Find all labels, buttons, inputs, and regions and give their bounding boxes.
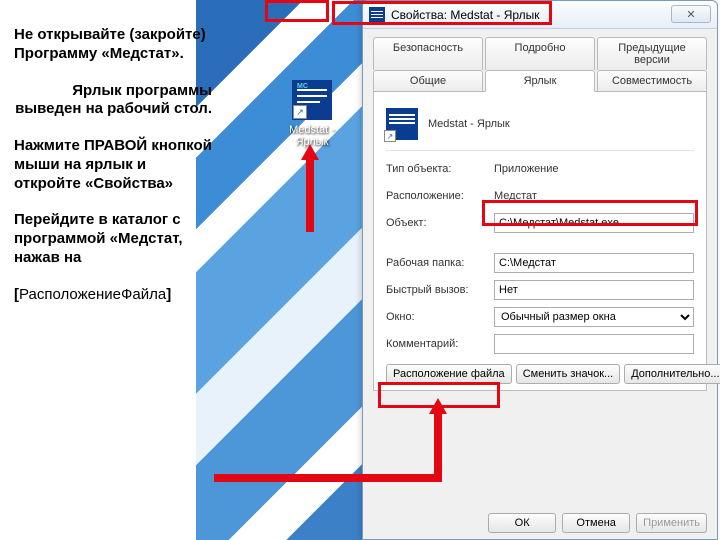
label-location: Расположение: — [386, 190, 494, 202]
tab-details[interactable]: Подробно — [485, 37, 595, 70]
value-location: Медстат — [494, 190, 694, 202]
desktop-shortcut[interactable]: MC ↗ Medstat - Ярлык — [280, 80, 344, 148]
instruction-line-5: [РасположениеФайла] — [14, 286, 212, 305]
medstat-icon: MC ↗ — [292, 80, 332, 120]
dialog-title: Свойства: Medstat - Ярлык — [391, 8, 540, 22]
instruction-line-2: Ярлык программы выведен на рабочий стол. — [14, 82, 212, 120]
properties-dialog: Свойства: Medstat - Ярлык ✕ Безопасность… — [362, 0, 718, 540]
dialog-titlebar[interactable]: Свойства: Medstat - Ярлык ✕ — [363, 1, 717, 29]
advanced-button[interactable]: Дополнительно... — [624, 364, 720, 384]
shortcut-big-icon: ↗ — [386, 108, 418, 140]
label-comment: Комментарий: — [386, 338, 494, 350]
cancel-button[interactable]: Отмена — [562, 513, 630, 533]
value-object-type: Приложение — [494, 163, 694, 175]
tab-general[interactable]: Общие — [373, 70, 483, 91]
input-workdir[interactable] — [494, 253, 694, 273]
ok-button[interactable]: ОК — [488, 513, 556, 533]
close-button[interactable]: ✕ — [671, 5, 711, 23]
tab-compatibility[interactable]: Совместимость — [597, 70, 707, 91]
shortcut-header: ↗ Medstat - Ярлык — [386, 102, 694, 151]
tab-row-2: Общие Ярлык Совместимость — [373, 70, 707, 91]
tab-security[interactable]: Безопасность — [373, 37, 483, 70]
dialog-footer: ОК Отмена Применить — [488, 513, 707, 533]
bracket-close: ] — [166, 286, 171, 303]
shortcut-buttons-row: Расположение файла Сменить значок... Доп… — [386, 364, 694, 384]
shortcut-name: Medstat - Ярлык — [428, 118, 510, 130]
open-file-location-button[interactable]: Расположение файла — [386, 364, 512, 384]
apply-button[interactable]: Применить — [636, 513, 707, 533]
tab-body-shortcut: ↗ Medstat - Ярлык Тип объекта: Приложени… — [373, 91, 707, 391]
instruction-panel: Не открывайте (закройте) Программу «Медс… — [14, 26, 212, 304]
tab-row-1: Безопасность Подробно Предыдущие версии — [373, 37, 707, 70]
titlebar-app-icon — [369, 7, 385, 23]
instruction-button-name: РасположениеФайла — [19, 286, 166, 303]
select-window[interactable]: Обычный размер окна — [494, 307, 694, 327]
input-target[interactable] — [494, 213, 694, 233]
instruction-line-4: Перейдите в каталог с программой «Медста… — [14, 211, 212, 267]
shortcut-arrow-icon: ↗ — [293, 105, 307, 119]
instruction-line-3: Нажмите ПРАВОЙ кнопкой мыши на ярлык и о… — [14, 137, 212, 193]
label-workdir: Рабочая папка: — [386, 257, 494, 269]
tab-previous-versions[interactable]: Предыдущие версии — [597, 37, 707, 70]
input-hotkey[interactable] — [494, 280, 694, 300]
instruction-line-1: Не открывайте (закройте) Программу «Медс… — [14, 26, 212, 64]
change-icon-button[interactable]: Сменить значок... — [516, 364, 621, 384]
input-comment[interactable] — [494, 334, 694, 354]
label-object-type: Тип объекта: — [386, 163, 494, 175]
label-target: Объект: — [386, 217, 494, 229]
desktop-shortcut-label: Medstat - Ярлык — [280, 124, 344, 148]
label-window: Окно: — [386, 311, 494, 323]
tabs-area: Безопасность Подробно Предыдущие версии … — [363, 29, 717, 391]
tab-shortcut[interactable]: Ярлык — [485, 70, 595, 92]
label-hotkey: Быстрый вызов: — [386, 284, 494, 296]
